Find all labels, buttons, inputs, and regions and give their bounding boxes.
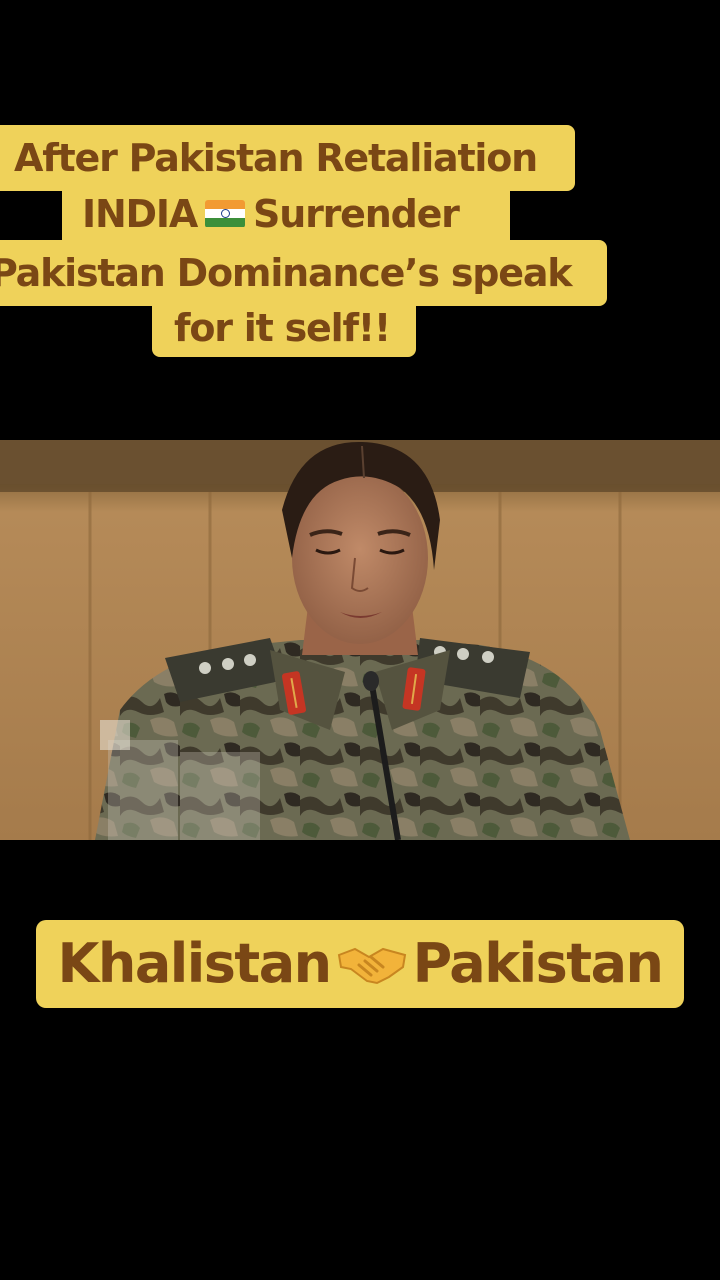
- caption-line-2: INDIA Surrender: [62, 181, 510, 247]
- press-briefing-image: [0, 440, 720, 840]
- bottom-caption: Khalistan Pakistan: [36, 920, 684, 1008]
- caption-line-4: for it self!!: [152, 295, 416, 357]
- india-flag-icon: [205, 199, 246, 228]
- video-frame[interactable]: [0, 440, 720, 840]
- handshake-icon: [337, 948, 406, 985]
- video-post-frame: After Pakistan Retaliation INDIA Surrende…: [0, 0, 720, 1280]
